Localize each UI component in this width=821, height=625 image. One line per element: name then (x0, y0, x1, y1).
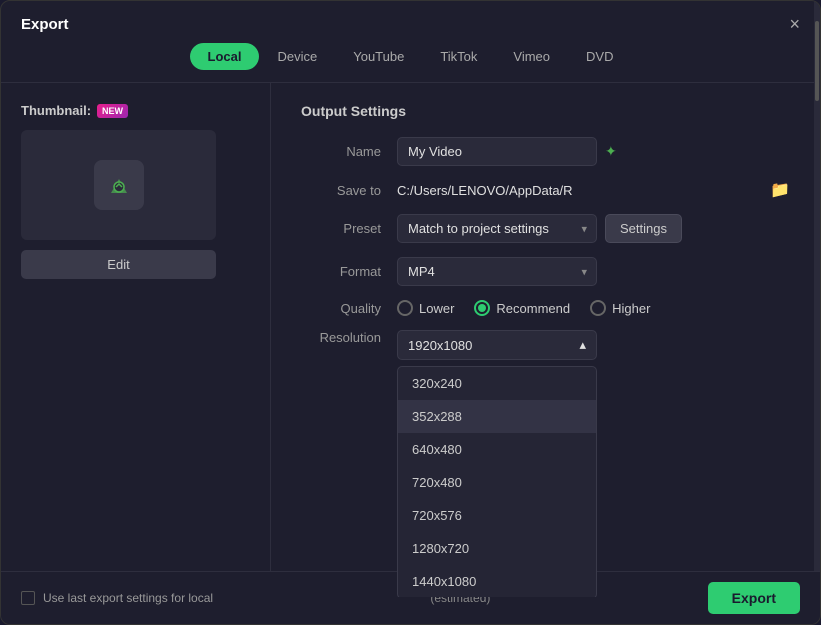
resolution-option-0[interactable]: 320x240 (398, 367, 596, 400)
thumbnail-section-label: Thumbnail: NEW (21, 103, 250, 118)
quality-lower-label: Lower (419, 301, 454, 316)
format-select[interactable]: MP4 (397, 257, 597, 286)
section-title: Output Settings (301, 103, 790, 119)
quality-recommend[interactable]: Recommend (474, 300, 570, 316)
preset-row: Preset Match to project settings ▾ Setti… (301, 214, 790, 243)
resolution-dropdown: 320x240 352x288 640x480 720x480 720x576 … (397, 366, 597, 597)
new-badge: NEW (97, 104, 128, 118)
save-to-label: Save to (301, 183, 381, 198)
folder-icon[interactable]: 📁 (770, 180, 790, 200)
ai-icon[interactable]: ✦ (605, 143, 617, 160)
tab-local[interactable]: Local (190, 43, 260, 70)
quality-recommend-radio (474, 300, 490, 316)
resolution-option-3[interactable]: 720x480 (398, 466, 596, 499)
export-dialog: Export × Local Device YouTube TikTok Vim… (0, 0, 821, 625)
format-row: Format MP4 ▾ (301, 257, 790, 286)
format-label: Format (301, 264, 381, 279)
resolution-option-6[interactable]: 1440x1080 (398, 565, 596, 597)
export-button[interactable]: Export (708, 582, 800, 614)
resolution-option-4[interactable]: 720x576 (398, 499, 596, 532)
quality-row: Quality Lower Recommend Higher (301, 300, 790, 316)
quality-lower-radio (397, 300, 413, 316)
quality-lower[interactable]: Lower (397, 300, 454, 316)
resolution-select-button[interactable]: 1920x1080 ▴ (397, 330, 597, 360)
tab-dvd[interactable]: DVD (568, 43, 631, 70)
settings-button[interactable]: Settings (605, 214, 682, 243)
tab-tiktok[interactable]: TikTok (422, 43, 495, 70)
resolution-option-5[interactable]: 1280x720 (398, 532, 596, 565)
edit-button[interactable]: Edit (21, 250, 216, 279)
resolution-arrow-icon: ▴ (579, 337, 586, 353)
preset-label: Preset (301, 221, 381, 236)
use-last-settings-label: Use last export settings for local (43, 591, 213, 605)
quality-higher-label: Higher (612, 301, 650, 316)
close-button[interactable]: × (789, 15, 800, 33)
quality-higher-radio (590, 300, 606, 316)
preset-select[interactable]: Match to project settings (397, 214, 597, 243)
use-last-settings-checkbox[interactable] (21, 591, 35, 605)
resolution-select-wrap: 1920x1080 ▴ 320x240 352x288 640x480 720x… (397, 330, 597, 360)
quality-higher[interactable]: Higher (590, 300, 650, 316)
format-select-wrap: MP4 ▾ (397, 257, 597, 286)
thumbnail-preview (21, 130, 216, 240)
title-bar: Export × (1, 1, 820, 43)
resolution-option-2[interactable]: 640x480 (398, 433, 596, 466)
tab-vimeo[interactable]: Vimeo (495, 43, 568, 70)
tab-device[interactable]: Device (259, 43, 335, 70)
tab-bar: Local Device YouTube TikTok Vimeo DVD (1, 43, 820, 82)
checkbox-row: Use last export settings for local (21, 591, 213, 605)
right-panel: Output Settings Name ✦ Save to C:/Users/… (271, 83, 820, 597)
quality-options: Lower Recommend Higher (397, 300, 650, 316)
quality-recommend-label: Recommend (496, 301, 570, 316)
scrollbar-thumb (815, 21, 819, 101)
save-to-row: Save to C:/Users/LENOVO/AppData/R 📁 (301, 180, 790, 200)
main-content: Thumbnail: NEW Edit Output Settings Name (1, 82, 820, 597)
quality-label: Quality (301, 301, 381, 316)
save-to-value: C:/Users/LENOVO/AppData/R (397, 183, 762, 198)
preset-select-wrap: Match to project settings ▾ (397, 214, 597, 243)
left-panel: Thumbnail: NEW Edit (1, 83, 271, 597)
name-row: Name ✦ (301, 137, 790, 166)
name-label: Name (301, 144, 381, 159)
resolution-value: 1920x1080 (408, 338, 472, 353)
resolution-row: Resolution 1920x1080 ▴ 320x240 352x288 6… (301, 330, 790, 360)
scrollbar[interactable] (814, 1, 820, 624)
name-input[interactable] (397, 137, 597, 166)
resolution-label: Resolution (301, 330, 381, 345)
dialog-title: Export (21, 16, 69, 33)
thumbnail-icon (94, 160, 144, 210)
resolution-option-1[interactable]: 352x288 (398, 400, 596, 433)
tab-youtube[interactable]: YouTube (335, 43, 422, 70)
